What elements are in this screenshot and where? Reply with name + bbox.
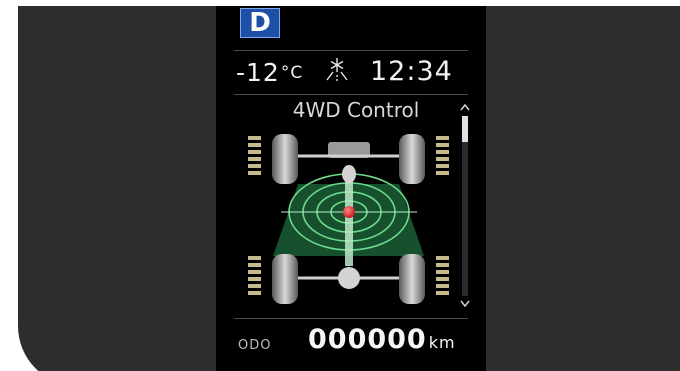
torque-meter-rear-left bbox=[248, 256, 261, 295]
clock: 12:34 bbox=[370, 56, 453, 87]
odometer-reading: 000000 km bbox=[308, 324, 456, 355]
torque-meter-rear-right bbox=[436, 256, 449, 295]
divider-bottom bbox=[234, 318, 468, 319]
scroll-thumb[interactable] bbox=[462, 116, 468, 142]
screen-title: 4WD Control bbox=[292, 98, 420, 122]
temperature-unit: °C bbox=[280, 63, 304, 83]
odometer-unit: km bbox=[428, 333, 456, 352]
rear-left-wheel-icon bbox=[272, 254, 298, 304]
rear-axle bbox=[286, 267, 411, 289]
multi-info-display: D -12°C 12:34 4WD Control ODO 000000 km bbox=[216, 6, 486, 371]
outside-temperature: -12°C bbox=[236, 58, 303, 87]
scrollbar[interactable] bbox=[452, 102, 478, 312]
torque-meter-front-left bbox=[248, 136, 261, 175]
chevron-down-icon[interactable] bbox=[460, 300, 470, 308]
front-left-wheel-icon bbox=[272, 134, 298, 184]
temperature-value: -12 bbox=[236, 58, 280, 87]
torque-center-dot bbox=[343, 206, 355, 218]
scroll-track[interactable] bbox=[462, 116, 468, 296]
odometer-value: 000000 bbox=[308, 324, 427, 355]
awd-torque-diagram bbox=[248, 134, 449, 304]
front-right-wheel-icon bbox=[399, 134, 425, 184]
instrument-cluster: D -12°C 12:34 4WD Control ODO 000000 km bbox=[0, 0, 680, 371]
divider-top bbox=[234, 50, 468, 51]
rear-right-wheel-icon bbox=[399, 254, 425, 304]
odometer-label: ODO bbox=[238, 338, 272, 353]
divider-mid bbox=[234, 94, 468, 95]
torque-meter-front-right bbox=[436, 136, 449, 175]
front-axle bbox=[286, 142, 411, 183]
snowflake-road-icon bbox=[326, 58, 348, 81]
gear-indicator: D bbox=[240, 8, 280, 38]
chevron-up-icon[interactable] bbox=[460, 103, 470, 111]
